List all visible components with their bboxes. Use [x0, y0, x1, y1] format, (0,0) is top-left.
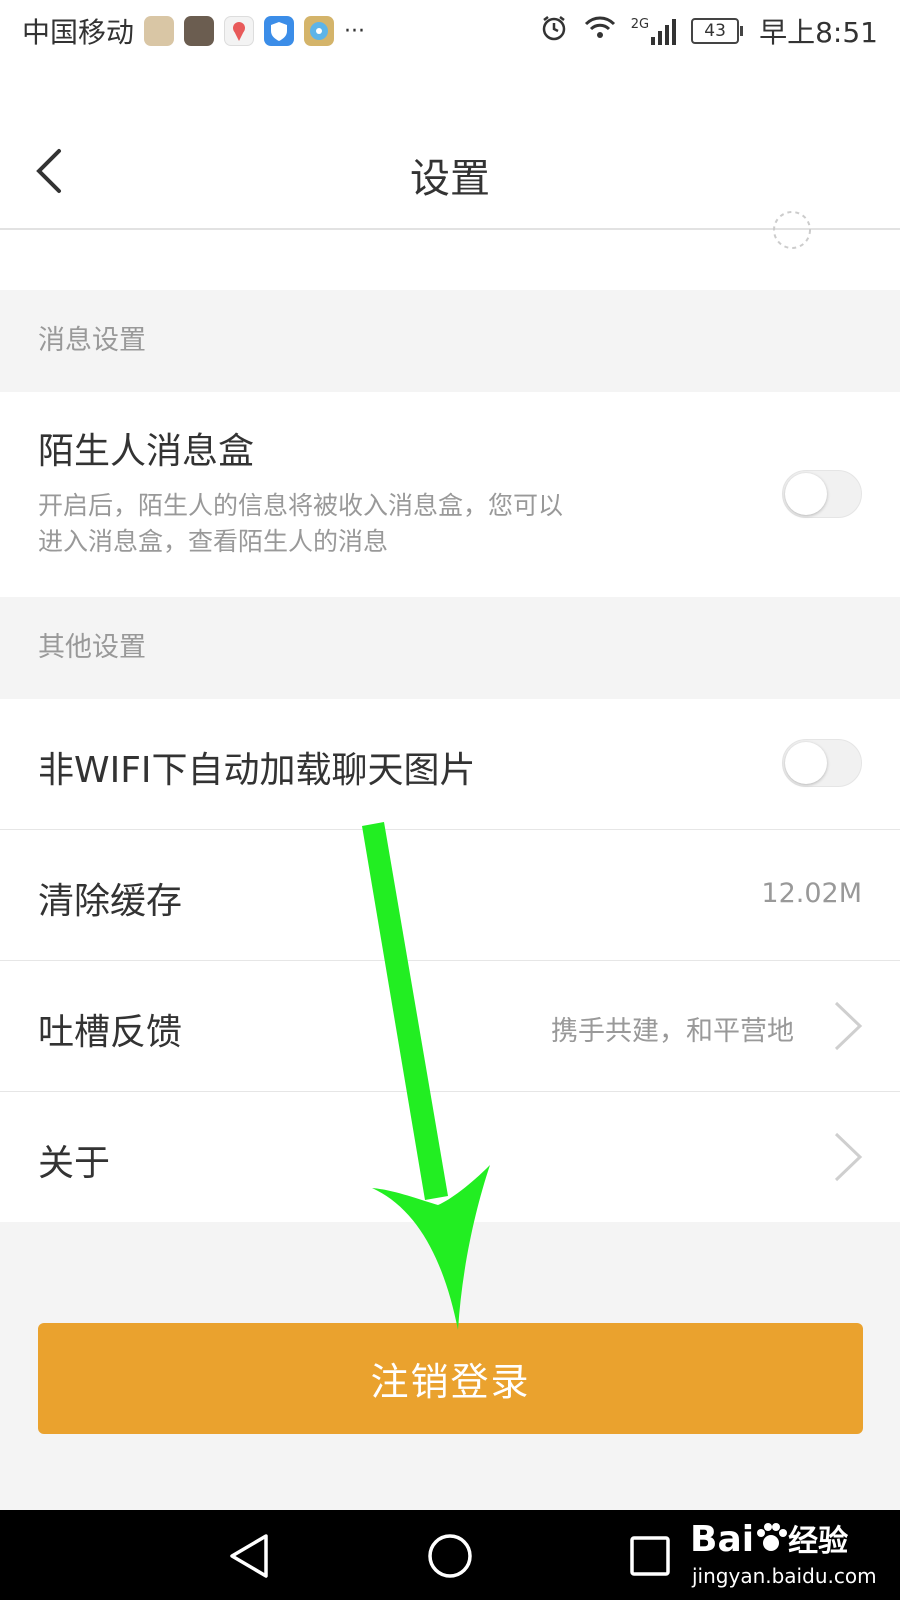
more-notifications-icon: ···: [344, 18, 365, 44]
signal-icon: 2G: [631, 17, 677, 45]
wifi-icon: [583, 13, 617, 50]
cache-size-value: 12.02M: [761, 878, 862, 909]
battery-icon: 43: [691, 18, 744, 44]
partial-setting-row: [0, 211, 900, 290]
wifi-images-title: 非WIFI下自动加载聊天图片: [38, 750, 476, 791]
stranger-box-desc-line2: 进入消息盒，查看陌生人的消息: [38, 527, 389, 556]
feedback-subtitle: 携手共建，和平营地: [551, 1016, 794, 1047]
nav-recents-icon[interactable]: [622, 1528, 678, 1584]
shield-icon: [264, 16, 295, 46]
stranger-box-desc-line1: 开启后，陌生人的信息将被收入消息盒，您可以: [38, 491, 564, 520]
toggle-knob: [785, 742, 827, 784]
section-header-label: 消息设置: [38, 325, 146, 356]
clear-cache-row[interactable]: 清除缓存 12.02M: [0, 830, 900, 960]
status-bar: 中国移动 ··· 2G 43 早上8:51: [0, 0, 900, 62]
stranger-box-row: 陌生人消息盒 开启后，陌生人的信息将被收入消息盒，您可以 进入消息盒，查看陌生人…: [0, 392, 900, 597]
feedback-title: 吐槽反馈: [38, 1012, 183, 1053]
feedback-row[interactable]: 吐槽反馈 携手共建，和平营地: [0, 961, 900, 1091]
watermark-url: jingyan.baidu.com: [692, 1564, 877, 1588]
stranger-box-toggle[interactable]: [782, 470, 862, 518]
carrier-label: 中国移动: [22, 16, 135, 49]
about-row[interactable]: 关于: [0, 1092, 900, 1222]
status-left: 中国移动 ···: [22, 11, 365, 51]
map-pin-icon: [224, 16, 255, 46]
chevron-right-icon: [834, 1132, 863, 1182]
alarm-icon: [539, 13, 569, 50]
stranger-box-title: 陌生人消息盒: [38, 431, 255, 472]
baidu-watermark: Bai 经验 jingyan.baidu.com: [690, 1510, 890, 1600]
watermark-logo-cn: 经验: [788, 1524, 849, 1559]
toggle-knob: [785, 473, 827, 515]
loading-circle-icon: [773, 211, 811, 249]
clear-cache-title: 清除缓存: [38, 881, 183, 922]
notification-app-icon: [184, 16, 215, 46]
clock-label: 早上8:51: [759, 16, 878, 49]
compass-app-icon: [304, 16, 335, 46]
chevron-right-icon: [834, 1001, 863, 1051]
nav-home-icon[interactable]: [422, 1528, 478, 1584]
section-header-label: 其他设置: [38, 632, 146, 663]
wifi-images-toggle[interactable]: [782, 739, 862, 787]
status-right: 2G 43 早上8:51: [539, 11, 878, 51]
nav-back-icon[interactable]: [222, 1528, 278, 1584]
watermark-logo: Bai 经验: [690, 1516, 848, 1560]
notification-app-icon: [144, 16, 175, 46]
wifi-images-row: 非WIFI下自动加载聊天图片: [0, 699, 900, 829]
section-header-message: 消息设置: [0, 290, 900, 392]
page-title: 设置: [410, 156, 490, 202]
about-title: 关于: [38, 1143, 111, 1184]
network-type-label: 2G: [630, 17, 650, 32]
watermark-logo-text: Bai: [690, 1519, 755, 1560]
nav-header: 设置: [0, 62, 900, 230]
paw-icon: [757, 1523, 788, 1551]
logout-button[interactable]: 注销登录: [38, 1323, 863, 1434]
section-header-other: 其他设置: [0, 597, 900, 699]
